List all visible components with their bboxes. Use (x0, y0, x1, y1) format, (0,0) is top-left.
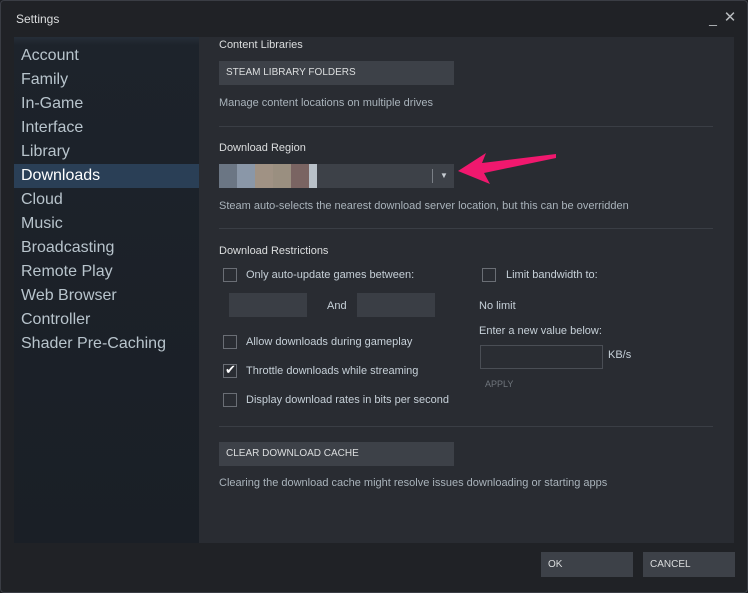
content-libraries-title: Content Libraries (219, 39, 303, 51)
auto-update-checkbox[interactable] (223, 268, 237, 282)
download-restrictions-title: Download Restrictions (219, 245, 329, 257)
kbs-unit-label: KB/s (608, 349, 632, 361)
window-title: Settings (16, 12, 60, 26)
divider (219, 426, 713, 427)
title-bar[interactable]: Settings _ ✕ (1, 1, 747, 35)
download-region-dropdown[interactable]: ▼ (219, 164, 454, 188)
sidebar-item-music[interactable]: Music (14, 212, 199, 236)
close-button[interactable]: ✕ (722, 9, 738, 27)
chevron-down-icon[interactable]: ▼ (437, 164, 451, 188)
limit-bandwidth-label: Limit bandwidth to: (506, 269, 598, 281)
cancel-button[interactable]: CANCEL (643, 552, 735, 577)
auto-update-label: Only auto-update games between: (246, 269, 415, 281)
bandwidth-value-input[interactable] (480, 345, 603, 369)
throttle-streaming-checkbox[interactable]: ✔ (223, 362, 237, 378)
auto-update-from-field[interactable] (229, 293, 307, 317)
downloads-panel: Content Libraries STEAM LIBRARY FOLDERS … (199, 37, 734, 543)
sidebar-item-broadcasting[interactable]: Broadcasting (14, 236, 199, 260)
pointer-arrow-icon (458, 153, 556, 184)
sidebar-item-family[interactable]: Family (14, 68, 199, 92)
sidebar-item-account[interactable]: Account (14, 44, 199, 68)
download-region-description: Steam auto-selects the nearest download … (219, 200, 629, 212)
content-libraries-description: Manage content locations on multiple dri… (219, 97, 434, 109)
divider (219, 126, 713, 127)
ok-button[interactable]: OK (541, 552, 633, 577)
allow-during-gameplay-checkbox[interactable] (223, 335, 237, 349)
download-region-title: Download Region (219, 142, 306, 154)
limit-bandwidth-checkbox[interactable] (482, 268, 496, 282)
throttle-streaming-label: Throttle downloads while streaming (246, 365, 419, 377)
current-limit-text: No limit (479, 300, 516, 312)
check-icon: ✔ (225, 362, 236, 377)
bits-per-second-label: Display download rates in bits per secon… (246, 394, 450, 406)
divider (219, 228, 713, 229)
auto-update-to-field[interactable] (357, 293, 435, 317)
and-label: And (327, 300, 347, 312)
sidebar-item-library[interactable]: Library (14, 140, 199, 164)
settings-sidebar: Account Family In-Game Interface Library… (14, 37, 199, 543)
steam-library-folders-button[interactable]: STEAM LIBRARY FOLDERS (219, 61, 454, 85)
sidebar-item-cloud[interactable]: Cloud (14, 188, 199, 212)
clear-download-cache-button[interactable]: CLEAR DOWNLOAD CACHE (219, 442, 454, 466)
minimize-button[interactable]: _ (705, 9, 721, 27)
bits-per-second-checkbox[interactable] (223, 393, 237, 407)
download-cache-description: Clearing the download cache might resolv… (219, 477, 608, 489)
sidebar-item-shader-pre-caching[interactable]: Shader Pre-Caching (14, 332, 199, 356)
sidebar-item-controller[interactable]: Controller (14, 308, 199, 332)
allow-during-gameplay-label: Allow downloads during gameplay (246, 336, 413, 348)
sidebar-item-web-browser[interactable]: Web Browser (14, 284, 199, 308)
sidebar-item-remote-play[interactable]: Remote Play (14, 260, 199, 284)
dropdown-separator (432, 169, 433, 183)
pointer-arrow-shape (458, 153, 556, 184)
new-value-label: Enter a new value below: (479, 325, 602, 337)
sidebar-item-in-game[interactable]: In-Game (14, 92, 199, 116)
apply-button[interactable]: APPLY (485, 379, 513, 389)
sidebar-item-interface[interactable]: Interface (14, 116, 199, 140)
redacted-region-value (219, 164, 317, 188)
settings-window: Settings _ ✕ Account Family In-Game Inte… (0, 0, 748, 593)
sidebar-item-downloads[interactable]: Downloads (14, 164, 199, 188)
